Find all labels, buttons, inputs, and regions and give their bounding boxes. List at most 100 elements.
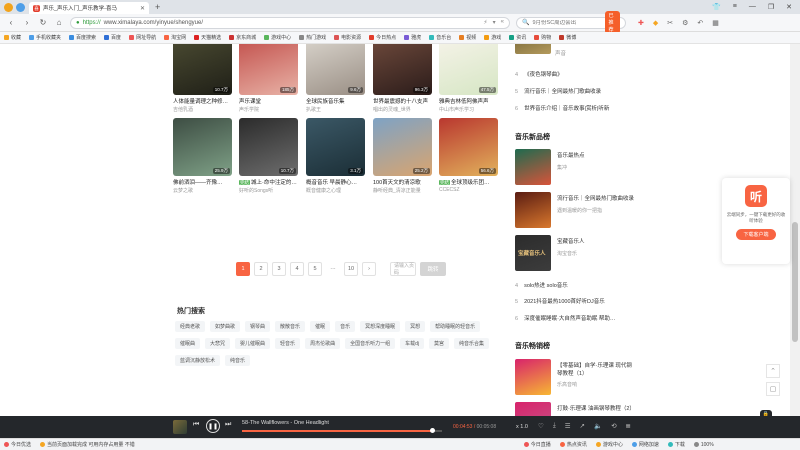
album-cover[interactable]: 10.7万 — [239, 118, 298, 176]
chart-thumbnail[interactable] — [515, 359, 551, 395]
album-author[interactable]: 吉他乳酒 — [173, 106, 232, 113]
minimize-icon[interactable]: — — [749, 3, 756, 11]
download-icon[interactable]: ⤓ — [553, 422, 556, 430]
hot-search-tag[interactable]: 催眠 — [310, 321, 331, 332]
extension-icon[interactable]: ✚ — [638, 19, 644, 27]
maximize-icon[interactable]: ❐ — [768, 3, 774, 11]
bookmark-item[interactable]: 热门游戏 — [299, 34, 326, 41]
album-cover[interactable]: 185万 — [239, 44, 298, 95]
bookmark-item[interactable]: 收藏 — [4, 34, 21, 41]
screenshot-icon[interactable]: ✂ — [667, 19, 673, 27]
album-card[interactable]: 47.5万雅典吉林低阿佛声声 中山市声乐学习 — [439, 44, 498, 113]
page-jump-button[interactable]: 跳转 — [420, 262, 446, 276]
search-input[interactable] — [532, 19, 603, 26]
music-bestseller-chart-title[interactable]: 音乐畅销榜 — [515, 341, 550, 351]
bookmark-item[interactable]: 天猫精选 — [194, 34, 221, 41]
album-cover[interactable]: 47.5万 — [439, 44, 498, 95]
chart-thumbnail[interactable]: 宝藏音乐人 — [515, 235, 551, 271]
pause-button[interactable]: ❚❚ — [206, 419, 220, 433]
hot-search-tag[interactable]: 车载dj — [400, 338, 424, 349]
album-title[interactable]: 100首天文的清凉歌 — [373, 178, 432, 186]
album-title[interactable]: 完结 城上·命中注定的… — [239, 178, 298, 186]
page-number-button[interactable]: 3 — [272, 262, 286, 276]
album-card[interactable]: 96.3万 世界最震撼的十八支声 唱出的灵魂_世界 — [373, 44, 432, 113]
feedback-icon[interactable]: ▢ — [766, 382, 780, 396]
album-title[interactable]: 世界最震撼的十八支声 — [373, 97, 432, 105]
undo-icon[interactable]: ↶ — [697, 19, 703, 27]
share-icon[interactable]: ↗ — [580, 422, 585, 430]
page-scrollbar[interactable] — [790, 44, 800, 416]
chart-author[interactable]: 集冲 — [557, 164, 585, 171]
status-item[interactable]: 100% — [693, 442, 714, 448]
home-icon[interactable]: ⌂ — [54, 18, 64, 27]
chart-list-item[interactable]: 5 2021抖音最热1000首好听DJ音乐 — [515, 297, 605, 305]
album-card[interactable]: 10.7万 完结 城上·命中注定的… 好听的Songs听 — [239, 118, 298, 194]
playback-speed[interactable]: x 1.0 — [516, 424, 528, 430]
album-card[interactable]: 185万声乐课堂 声乐学院 — [239, 44, 298, 113]
album-title[interactable]: 概音音乐 早晨静心… — [306, 178, 365, 186]
album-cover[interactable]: 56.6万 — [439, 118, 498, 176]
album-title[interactable]: 雅典吉林低阿佛声声 — [439, 97, 498, 105]
album-cover[interactable]: 3.1万 — [306, 118, 365, 176]
previous-track-icon[interactable]: ⏮ — [193, 421, 199, 429]
volume-icon[interactable]: 🔈 — [594, 422, 602, 430]
album-title[interactable]: 声乐课堂 — [239, 97, 298, 105]
page-number-button[interactable]: 2 — [254, 262, 268, 276]
next-track-icon[interactable]: ⏭ — [225, 421, 231, 429]
album-author[interactable]: 中山市声乐学习 — [439, 106, 498, 113]
status-item[interactable]: 今日直播 — [523, 441, 551, 448]
url-field[interactable]: ● https://www.ximalaya.com/yinyue/shengy… — [70, 16, 510, 29]
hot-search-tag[interactable]: 纯音乐合集 — [454, 338, 490, 349]
hot-search-tag[interactable]: 冥想深度睡眠 — [360, 321, 401, 332]
bookmark-item[interactable]: 百度搜索 — [69, 34, 96, 41]
user-avatar-icon[interactable] — [16, 2, 25, 12]
hot-search-tag[interactable]: 催眠曲 — [175, 338, 201, 349]
chart-name[interactable]: 打鼓·乐理课 油画钢琴教程（2） — [557, 406, 635, 414]
album-title[interactable]: 佛前洒泪——齐豫… — [173, 178, 232, 186]
album-cover[interactable]: 9.6万 — [306, 44, 365, 95]
next-page-button[interactable]: › — [362, 262, 376, 276]
chart-author[interactable]: 淘宝音乐 — [557, 250, 585, 257]
bookmark-item[interactable]: 购物 — [534, 34, 551, 41]
album-author[interactable]: CCECSZ — [439, 187, 498, 193]
new-tab-button[interactable]: + — [155, 2, 160, 12]
search-badge[interactable]: 已推荐 — [605, 11, 620, 34]
music-new-chart-title[interactable]: 音乐新品榜 — [515, 132, 550, 142]
album-title[interactable]: 完结 全球顶级乐团… — [439, 178, 498, 186]
tab-active[interactable]: 喜 声乐_声乐入门_声乐教学-喜马 ✕ — [29, 2, 149, 14]
chart-entry[interactable]: 宝藏音乐人 宝藏音乐人 淘宝音乐 — [515, 235, 585, 271]
playlist-icon[interactable]: ≣ — [626, 422, 631, 430]
album-card[interactable]: 25.9万 佛前洒泪——齐豫… 云梦之歌 — [173, 118, 232, 194]
chart-entry[interactable]: 音乐最热点 集冲 — [515, 149, 585, 185]
hot-search-tag[interactable]: 钢琴曲 — [245, 321, 271, 332]
hot-search-tag[interactable]: 婴儿催眠曲 — [235, 338, 271, 349]
chart-thumbnail[interactable] — [515, 402, 551, 416]
refresh-icon[interactable]: ↻ — [38, 18, 48, 27]
hot-search-tag[interactable]: 散散音乐 — [275, 321, 306, 332]
chart-list-item[interactable]: 4 《夜色钢琴曲》 — [515, 70, 563, 78]
album-card[interactable]: 9.6万 全球民族音乐集 扒歌王 — [306, 44, 365, 113]
bookmark-item[interactable]: 电影资源 — [334, 34, 361, 41]
skin-icon[interactable]: 👕 — [712, 3, 721, 11]
bookmark-item[interactable]: 京东商城 — [229, 34, 256, 41]
status-item[interactable]: 下载 — [667, 441, 685, 448]
chart-author[interactable]: 乐高音响 — [557, 381, 637, 388]
hot-search-tag[interactable]: 帮助睡眠的轻音乐 — [430, 321, 481, 332]
hot-search-tag[interactable]: 经典老歌 — [175, 321, 206, 332]
status-item[interactable]: 当前页面加载完成 可用内存占用量 不错 — [40, 441, 135, 448]
album-title[interactable]: 人体能量调理之种修… — [173, 97, 232, 105]
back-icon[interactable]: ‹ — [6, 18, 16, 27]
lightning-icon[interactable]: ⚡ — [483, 19, 487, 26]
status-item[interactable]: 热点资讯 — [559, 441, 587, 448]
page-number-button[interactable]: 10 — [344, 262, 358, 276]
status-item[interactable]: 游戏中心 — [595, 441, 623, 448]
album-author[interactable]: 声乐学院 — [239, 106, 298, 113]
bookmark-item[interactable]: 淘宝网 — [164, 34, 186, 41]
chart-entry[interactable]: 打鼓·乐理课 油画钢琴教程（2）乐高音响 — [515, 402, 635, 416]
chart-name[interactable]: 【零基础】自学·乐理课 现代钢琴教程（1） — [557, 363, 637, 378]
hot-search-tag[interactable]: 冥想 — [405, 321, 426, 332]
chart-list-item[interactable]: 4 solo热进 solo音乐 — [515, 281, 568, 289]
fold-icon[interactable]: « — [501, 19, 504, 26]
status-item[interactable]: 今日优选 — [4, 441, 31, 448]
bookmark-item[interactable]: 游戏中心 — [264, 34, 291, 41]
